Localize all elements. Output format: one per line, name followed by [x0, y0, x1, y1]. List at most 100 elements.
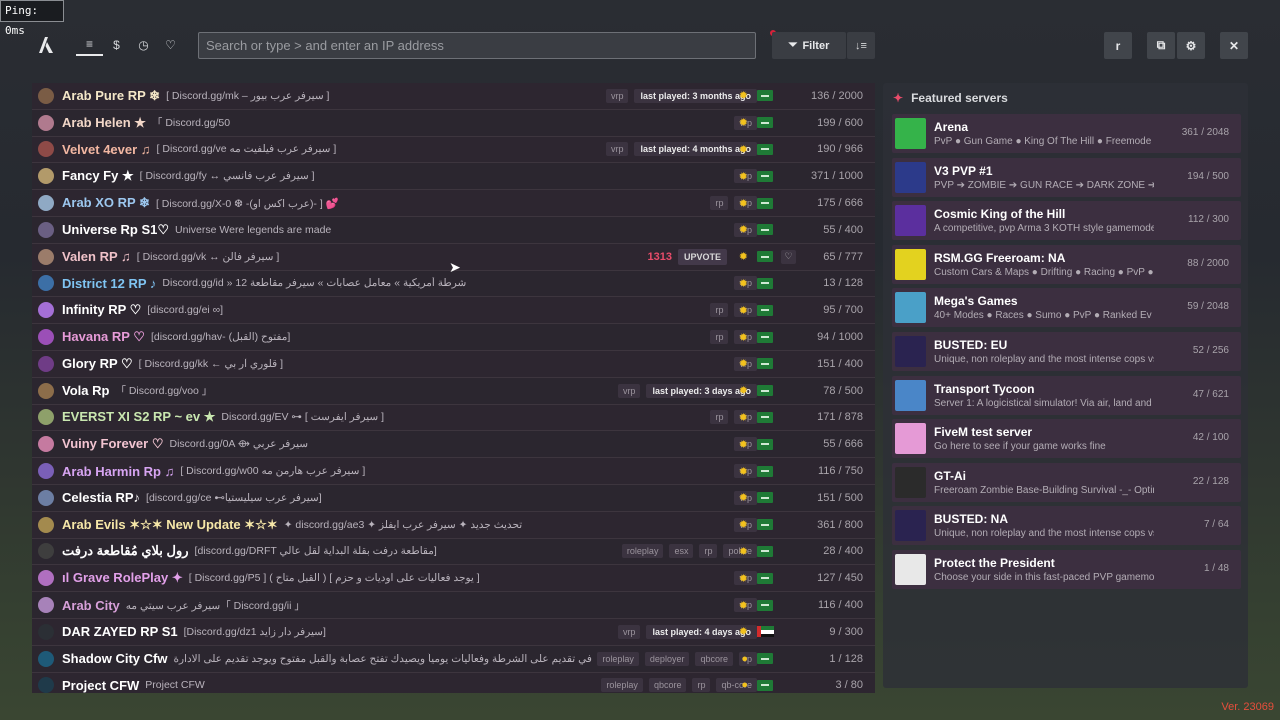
sun-icon: ✹: [738, 438, 748, 451]
server-row[interactable]: ıl Grave RolePlay ✦ [ Discord.gg/P5 ] ( ا…: [32, 565, 875, 593]
close-icon: ✕: [1228, 38, 1240, 53]
server-description: سيرفر عرب سيتي مه「 Discord.gg/ii 」: [125, 599, 305, 612]
server-icon: [38, 463, 54, 480]
featured-server-count: 42 / 100: [1192, 432, 1229, 444]
server-row[interactable]: Glory RP ♡ [ Discord.gg/kk ← قلوري آر بي …: [32, 350, 875, 378]
featured-server-icon: [895, 292, 926, 324]
server-row[interactable]: Fancy Fy ★ [ Discord.gg/fy ↔ سيرفر عرب فا…: [32, 163, 875, 191]
featured-server-description: Choose your side in this fast-paced PVP …: [934, 572, 1154, 583]
featured-server-count: 1 / 48: [1203, 563, 1229, 574]
profile-button[interactable]: r: [1104, 32, 1132, 59]
server-tag: roleplay: [597, 651, 639, 666]
upvote-button[interactable]: UPVOTE: [677, 248, 727, 265]
featured-title: Featured servers: [911, 91, 1008, 105]
server-row[interactable]: Arab City سيرفر عرب سيتي مه「 Discord.gg/i…: [32, 592, 875, 619]
featured-server[interactable]: Mega's Games 40+ Modes ● Races ● Sumo ● P…: [892, 288, 1241, 328]
server-name: Arab City: [62, 597, 120, 613]
gear-icon: ⚙: [1185, 38, 1197, 53]
server-description: [Discord.gg/dz1 سيرفر دار زايد]: [183, 625, 326, 638]
settings-button[interactable]: ⚙: [1177, 32, 1205, 59]
nav-tabs: ≡ $ ◷ ♡: [76, 34, 184, 56]
changelog-button[interactable]: ⧉: [1147, 32, 1175, 59]
server-icon: [38, 355, 54, 372]
search-input[interactable]: Search or type > and enter an IP address: [198, 32, 756, 59]
server-name: رول بلاي مُقاطعة درفت: [62, 543, 189, 559]
featured-server[interactable]: FiveM test server Go here to see if your …: [892, 419, 1241, 459]
server-icon: [38, 302, 54, 319]
locale-flag-icon: [757, 519, 773, 531]
locale-flag-icon: [757, 277, 773, 289]
favorites-icon[interactable]: ♡: [157, 34, 184, 56]
fivem-logo-icon[interactable]: [38, 36, 54, 54]
server-tags: rp vrp: [710, 196, 757, 211]
featured-server-title: Transport Tycoon: [934, 381, 1035, 396]
list-icon[interactable]: ≡: [76, 34, 103, 56]
locale-flag-icon: [757, 438, 773, 450]
server-row[interactable]: Velvet 4ever ♫ [ Discord.gg/ve سيرفر عرب …: [32, 136, 875, 164]
server-tag: vrp: [617, 383, 641, 398]
sun-icon: ✹: [738, 626, 748, 639]
featured-server-title: Mega's Games: [934, 294, 1018, 309]
featured-server-description: PVP ➔ ZOMBIE ➔ GUN RACE ➔ DARK ZONE ➔ F: [934, 179, 1154, 191]
server-description: Discord.gg/EV ⊶ [ سيرفر ايفرست ]: [221, 411, 385, 424]
server-icon: [38, 489, 54, 506]
premium-icon[interactable]: $: [103, 34, 130, 56]
player-count: 116 / 400: [817, 599, 863, 612]
featured-server[interactable]: BUSTED: EU Unique, non roleplay and the m…: [892, 332, 1241, 371]
history-icon[interactable]: ◷: [130, 34, 157, 56]
player-count: 94 / 1000: [817, 331, 863, 344]
player-count: 55 / 400: [823, 223, 863, 236]
server-row[interactable]: Arab XO RP ❄ [ Discord.gg/X-0 ❆ -(عرب اكس…: [32, 190, 875, 217]
sort-button[interactable]: ↓≡: [847, 32, 875, 59]
featured-server[interactable]: BUSTED: NA Unique, non roleplay and the m…: [892, 506, 1241, 546]
server-row[interactable]: Arab Helen ★ 「 Discord.gg/50 vrp ✹ 199 / 600: [32, 109, 875, 137]
player-count: 361 / 800: [817, 518, 863, 531]
sun-icon: ✹: [738, 224, 748, 237]
server-row[interactable]: Havana RP ♡ [discord.gg/hav- مفتوح (القبل…: [32, 324, 875, 351]
server-name: Arab Pure RP ❄: [62, 87, 161, 103]
featured-server-count: 52 / 256: [1192, 345, 1229, 356]
sun-icon: ✹: [738, 572, 748, 585]
server-icon: [38, 543, 54, 560]
featured-server-icon: [895, 205, 926, 237]
server-row[interactable]: Celestia RP♪ [discord.gg/ce ⊷سيرفر عرب سي…: [32, 484, 875, 512]
server-row[interactable]: Universe Rp S1♡ Universe Were legends are…: [32, 216, 875, 244]
server-icon: [38, 329, 54, 346]
favorite-heart-icon[interactable]: ♡: [781, 249, 796, 264]
filter-button[interactable]: ⏷ Filter: [772, 32, 846, 59]
server-description: Discord.gg/0A ⟴ سيرفر عربي: [169, 438, 309, 451]
featured-server[interactable]: GT-Ai Freeroam Zombie Base-Building Survi…: [892, 462, 1241, 502]
server-row[interactable]: Vola Rp 「 Discord.gg/voo 」 vrp last played:…: [32, 377, 875, 405]
server-icon: [38, 168, 54, 185]
server-row[interactable]: DAR ZAYED RP S1 [Discord.gg/dz1 سيرفر دار…: [32, 618, 875, 646]
player-count: 136 / 2000: [811, 89, 863, 102]
locale-flag-icon: [757, 653, 773, 665]
featured-server[interactable]: Protect the President Choose your side in…: [892, 550, 1241, 589]
featured-server[interactable]: Cosmic King of the Hill A competitive, pv…: [892, 201, 1241, 241]
server-name: Fancy Fy ★: [62, 168, 134, 184]
server-list[interactable]: Arab Pure RP ❄ [ Discord.gg/mk – سيرفر عر…: [32, 83, 875, 693]
server-row[interactable]: Project CFW Project CFW roleplay qbcore rp qb…: [32, 672, 875, 693]
server-row[interactable]: Vuiny Forever ♡ Discord.gg/0A ⟴ سيرفر عرب…: [32, 431, 875, 459]
server-tag: roleplay: [621, 544, 664, 559]
featured-header: ✦ Featured servers: [883, 83, 1248, 113]
locale-flag-icon: [757, 358, 773, 370]
featured-panel: ✦ Featured servers Arena PvP ● Gun Game ●…: [883, 83, 1248, 688]
server-row[interactable]: رول بلاي مُقاطعة درفت [discord.gg/DRFT مق…: [32, 538, 875, 566]
server-row[interactable]: Arab Pure RP ❄ [ Discord.gg/mk – سيرفر عر…: [32, 83, 875, 110]
server-row[interactable]: Arab Evils ✶☆✶ New Update ✶☆✶ ✦ discord.g…: [32, 511, 875, 539]
server-row[interactable]: Arab Harmin Rp ♫ [ Discord.gg/w00 سيرفر ع…: [32, 458, 875, 485]
featured-server[interactable]: Arena PvP ● Gun Game ● King Of The Hill ●…: [892, 114, 1241, 153]
server-row[interactable]: Infinity RP ♡ [discord.gg/ei ∞] rp vrp ✹ 95 /…: [32, 297, 875, 325]
featured-server[interactable]: Transport Tycoon Server 1: A logicistical…: [892, 375, 1241, 415]
exit-button[interactable]: ✕: [1220, 32, 1248, 59]
server-tag: esx: [669, 544, 694, 559]
server-name: Universe Rp S1♡: [62, 221, 170, 237]
featured-server[interactable]: RSM.GG Freeroam: NA Custom Cars & Maps ● …: [892, 244, 1241, 284]
featured-server-description: Custom Cars & Maps ● Drifting ● Racing ●…: [934, 266, 1154, 278]
featured-server[interactable]: V3 PVP #1 PVP ➔ ZOMBIE ➔ GUN RACE ➔ DARK …: [892, 157, 1241, 197]
server-icon: [38, 623, 54, 640]
server-tag: roleplay: [601, 678, 643, 693]
server-row[interactable]: Shadow City Cfw حياكم الله في تقديم على ا…: [32, 645, 875, 673]
server-row[interactable]: EVERST XI S2 RP ~ ev ★ Discord.gg/EV ⊶ [ …: [32, 404, 875, 432]
